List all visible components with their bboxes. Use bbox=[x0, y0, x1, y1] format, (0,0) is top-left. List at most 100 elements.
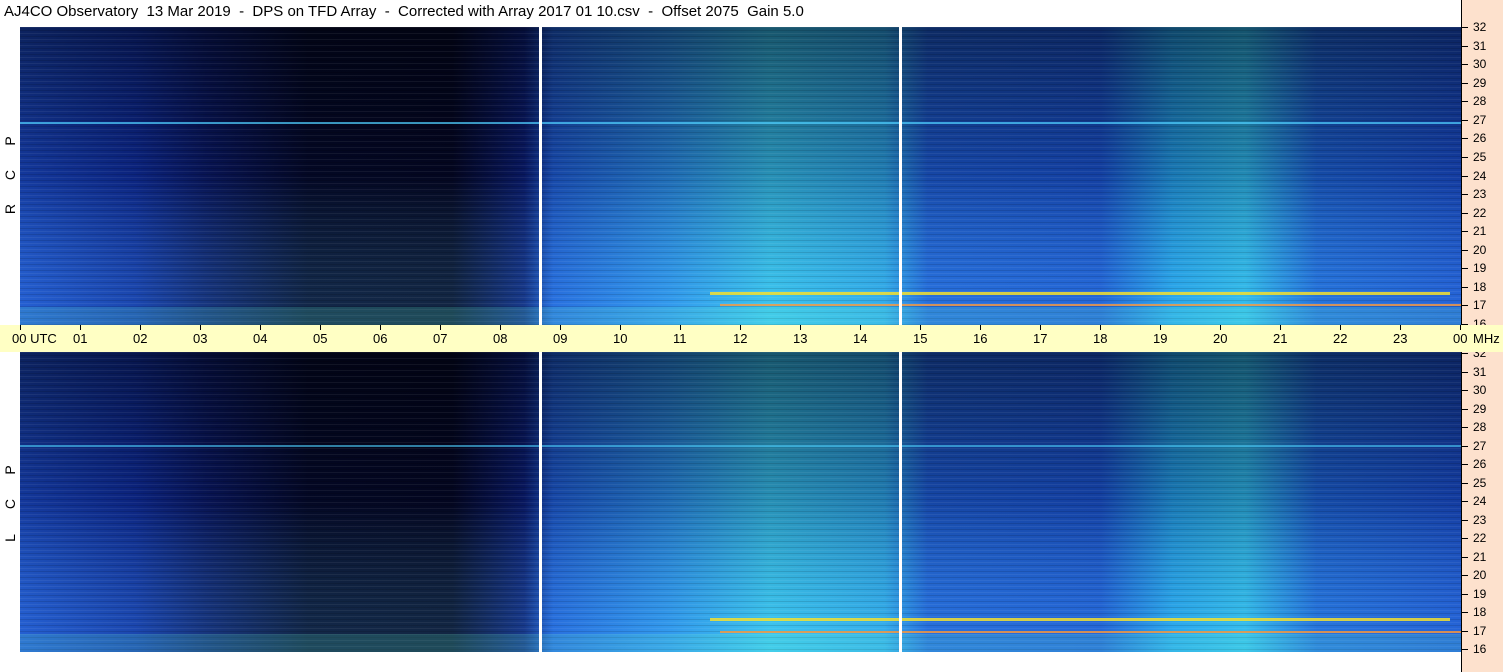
rcp-letter-r: R bbox=[2, 203, 18, 215]
freq-tick bbox=[1462, 64, 1468, 66]
time-label: 08 bbox=[493, 331, 508, 346]
freq-tick bbox=[1462, 445, 1468, 447]
freq-tick bbox=[1462, 45, 1468, 47]
rcp-spectrogram bbox=[20, 27, 1461, 325]
lcp-side-label: L C P bbox=[0, 352, 20, 652]
time-tick bbox=[80, 325, 81, 330]
data-gap-1-bottom bbox=[539, 352, 542, 652]
time-tick bbox=[1280, 325, 1281, 330]
freq-label: 22 bbox=[1473, 205, 1487, 220]
time-label: 01 bbox=[73, 331, 88, 346]
time-label: 09 bbox=[553, 331, 568, 346]
freq-tick bbox=[1462, 538, 1468, 539]
time-label: 22 bbox=[1333, 331, 1348, 346]
freq-label: 25 bbox=[1473, 149, 1487, 164]
time-label: 18 bbox=[1093, 331, 1108, 346]
time-tick bbox=[920, 325, 921, 330]
freq-label: 21 bbox=[1473, 224, 1487, 239]
freq-tick bbox=[1462, 27, 1468, 28]
time-tick bbox=[200, 325, 201, 330]
freq-label: 25 bbox=[1473, 475, 1487, 490]
time-tick bbox=[320, 325, 321, 330]
time-label: 00 bbox=[1453, 331, 1468, 346]
time-tick bbox=[980, 325, 981, 330]
freq-tick bbox=[1462, 212, 1468, 214]
time-label: 14 bbox=[853, 331, 868, 346]
freq-label: 23 bbox=[1473, 512, 1487, 527]
time-label: 20 bbox=[1213, 331, 1228, 346]
freq-label: 24 bbox=[1473, 168, 1487, 183]
time-tick bbox=[380, 325, 381, 330]
time-label: 03 bbox=[193, 331, 208, 346]
time-tick bbox=[1460, 325, 1461, 330]
freq-label: 19 bbox=[1473, 261, 1487, 276]
time-label: 23 bbox=[1393, 331, 1408, 346]
freq-tick bbox=[1462, 482, 1468, 484]
time-tick bbox=[140, 325, 141, 330]
freq-label: 22 bbox=[1473, 531, 1487, 545]
time-tick bbox=[620, 325, 621, 330]
freq-tick bbox=[1462, 194, 1468, 196]
time-label: 15 bbox=[913, 331, 928, 346]
freq-tick bbox=[1462, 82, 1468, 84]
freq-tick bbox=[1462, 464, 1468, 465]
freq-label: 30 bbox=[1473, 57, 1487, 72]
time-tick bbox=[500, 325, 501, 330]
freq-tick bbox=[1462, 519, 1468, 521]
freq-label: 20 bbox=[1473, 568, 1487, 582]
freq-label: 28 bbox=[1473, 420, 1487, 434]
freq-tick bbox=[1462, 371, 1468, 373]
time-label: 16 bbox=[973, 331, 988, 346]
data-gap-1-top bbox=[539, 27, 542, 325]
time-label: 17 bbox=[1033, 331, 1048, 346]
freq-label: 26 bbox=[1473, 457, 1487, 471]
freq-label: 23 bbox=[1473, 187, 1487, 202]
time-label: 00 UTC bbox=[12, 331, 57, 346]
rcp-side-label: R C P bbox=[0, 27, 20, 325]
time-label: 05 bbox=[313, 331, 328, 346]
freq-axis-bottom: 32 31 30 29 28 27 26 25 24 23 22 21 20 19 18 17 16 bbox=[1461, 346, 1503, 672]
time-label: 11 bbox=[673, 331, 687, 346]
freq-label: 16 bbox=[1473, 642, 1487, 656]
freq-label: 27 bbox=[1473, 438, 1487, 453]
time-tick bbox=[1220, 325, 1221, 330]
rcp-letter-p: P bbox=[2, 136, 18, 146]
time-tick bbox=[1160, 325, 1161, 330]
time-tick bbox=[20, 325, 21, 330]
freq-tick bbox=[1462, 156, 1468, 158]
time-tick bbox=[740, 325, 741, 330]
freq-tick bbox=[1462, 556, 1468, 558]
time-tick bbox=[1040, 325, 1041, 330]
time-label: 06 bbox=[373, 331, 388, 346]
lcp-letter-c: C bbox=[2, 498, 18, 510]
data-gap-2-bottom bbox=[899, 352, 902, 652]
freq-tick bbox=[1462, 649, 1468, 650]
time-label: 21 bbox=[1273, 331, 1288, 346]
freq-tick bbox=[1462, 501, 1468, 502]
time-tick bbox=[860, 325, 861, 330]
freq-tick bbox=[1462, 427, 1468, 428]
time-label: 10 bbox=[613, 331, 628, 346]
freq-tick bbox=[1462, 138, 1468, 140]
freq-tick bbox=[1462, 593, 1468, 595]
time-axis: 00 UTC 01 02 03 04 05 06 07 08 09 10 11 12 13 14 15 16 17… bbox=[0, 325, 1503, 352]
freq-label: 28 bbox=[1473, 94, 1487, 109]
freq-label: 26 bbox=[1473, 131, 1487, 146]
freq-label: 17 bbox=[1473, 623, 1487, 638]
freq-tick bbox=[1462, 268, 1468, 270]
freq-tick bbox=[1462, 575, 1468, 576]
lcp-letter-l: L bbox=[2, 534, 18, 542]
time-tick bbox=[1400, 325, 1401, 330]
freq-tick bbox=[1462, 305, 1468, 307]
time-label: 19 bbox=[1153, 331, 1168, 346]
freq-label: 31 bbox=[1473, 364, 1487, 379]
freq-tick bbox=[1462, 353, 1468, 354]
freq-tick bbox=[1462, 231, 1468, 233]
time-label: 04 bbox=[253, 331, 268, 346]
data-gap-2-top bbox=[899, 27, 902, 325]
page-title: AJ4CO Observatory 13 Mar 2019 - DPS on T… bbox=[4, 3, 804, 20]
time-tick bbox=[560, 325, 561, 330]
freq-tick bbox=[1462, 101, 1468, 103]
freq-label: 24 bbox=[1473, 494, 1487, 508]
freq-label: 32 bbox=[1473, 20, 1487, 34]
